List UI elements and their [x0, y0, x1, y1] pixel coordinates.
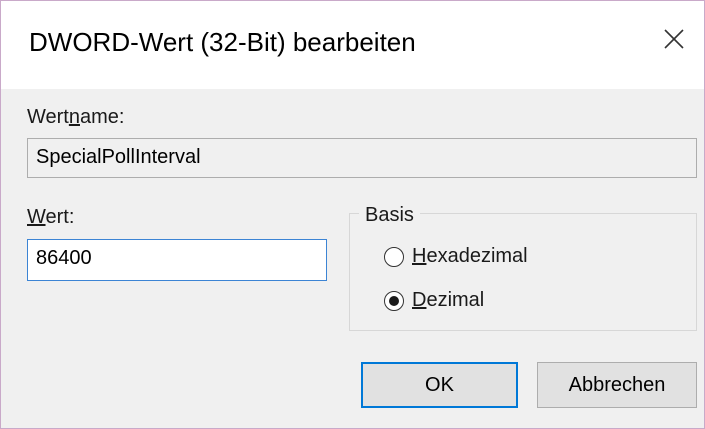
dec-label-rest: ezimal [426, 289, 485, 311]
edit-dword-dialog: DWORD-Wert (32-Bit) bearbeiten Wertname:… [0, 0, 705, 429]
value-data-label-accelerator: W [27, 206, 46, 228]
ok-button[interactable]: OK [361, 362, 518, 408]
radio-label-hexadecimal: Hexadezimal [412, 245, 528, 268]
value-data-input[interactable]: 86400 [27, 239, 327, 281]
base-group-title: Basis [359, 204, 420, 227]
value-data-label-part2: ert: [45, 206, 75, 228]
radio-circle-decimal[interactable] [384, 290, 404, 311]
radio-decimal[interactable]: Dezimal [384, 289, 484, 312]
radio-hexadecimal[interactable]: Hexadezimal [384, 245, 528, 268]
radio-circle-hexadecimal[interactable] [384, 246, 404, 267]
value-name-field[interactable]: SpecialPollInterval [27, 138, 697, 178]
close-button[interactable] [644, 9, 704, 69]
value-name-label-part1: Wert [27, 106, 69, 128]
value-name-label: Wertname: [27, 106, 124, 129]
dialog-title: DWORD-Wert (32-Bit) bearbeiten [29, 27, 416, 57]
hex-label-rest: exadezimal [426, 245, 528, 267]
dec-accelerator: D [412, 289, 427, 311]
radio-label-decimal: Dezimal [412, 289, 484, 312]
value-name-label-part2: ame: [79, 106, 125, 128]
title-bar: DWORD-Wert (32-Bit) bearbeiten [1, 1, 704, 89]
close-icon [664, 29, 684, 49]
value-data-label: Wert: [27, 206, 74, 229]
base-groupbox [349, 213, 697, 331]
cancel-button[interactable]: Abbrechen [537, 362, 697, 408]
value-name-label-accelerator: n [68, 106, 80, 128]
hex-accelerator: H [412, 245, 427, 267]
